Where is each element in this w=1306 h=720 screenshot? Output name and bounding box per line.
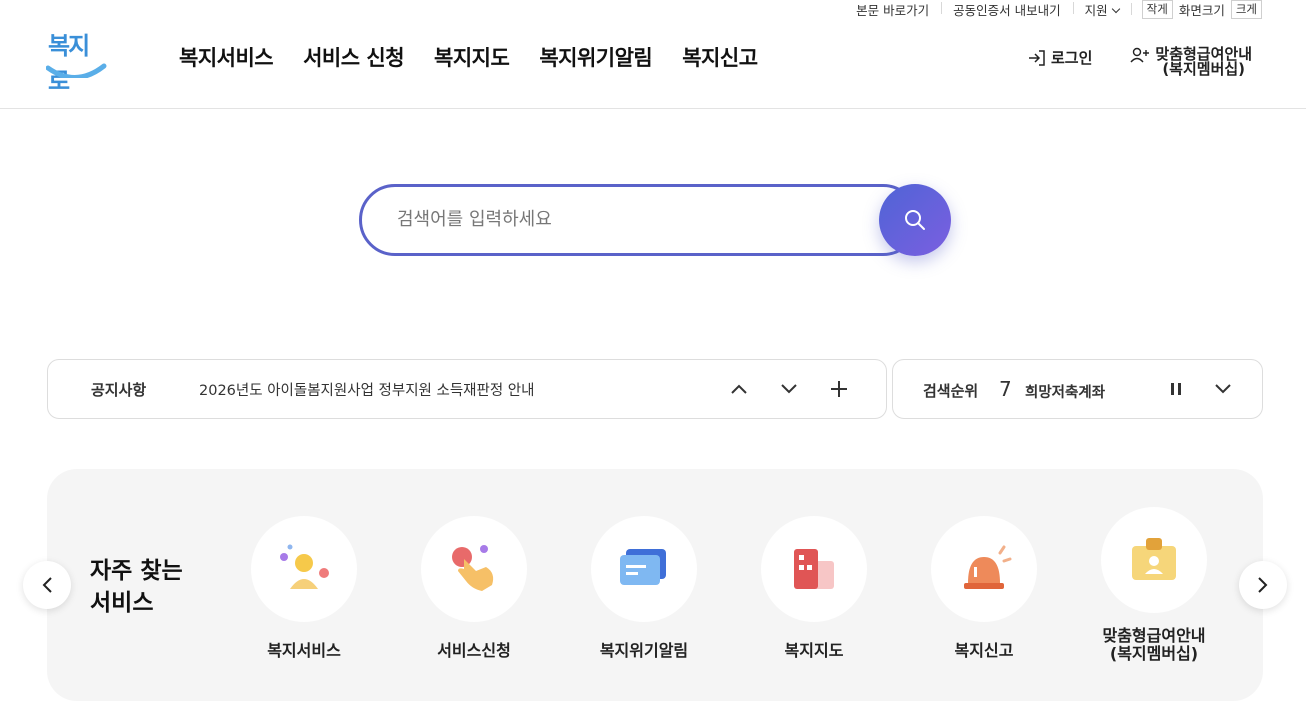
- service-label: 복지서비스: [267, 641, 341, 660]
- heading-line2: 서비스: [90, 590, 154, 616]
- pause-icon: [1171, 383, 1181, 395]
- plus-icon: [831, 381, 847, 397]
- service-apply[interactable]: 서비스신청: [389, 516, 559, 660]
- login-button[interactable]: 로그인: [1028, 47, 1092, 68]
- service-icon-circle: [251, 516, 357, 622]
- hand-tap-icon: [452, 545, 494, 591]
- notice-next-button[interactable]: [777, 377, 801, 401]
- message-icon: [620, 549, 666, 585]
- service-label-line2: (복지멤버십): [1109, 644, 1199, 663]
- chevron-down-icon: [781, 384, 797, 394]
- service-icon-circle: [931, 516, 1037, 622]
- rank-pause-button[interactable]: [1164, 377, 1188, 401]
- service-welfare-map[interactable]: 복지지도: [729, 516, 899, 660]
- service-welfare[interactable]: 복지서비스: [219, 516, 389, 660]
- service-label: 서비스신청: [437, 641, 511, 660]
- rank-title: 검색순위: [923, 382, 979, 400]
- membership-label: 맞춤형급여안내 (복지멤버십): [1155, 47, 1252, 77]
- chevron-down-icon: [1215, 384, 1231, 394]
- rank-expand-button[interactable]: [1211, 377, 1235, 401]
- service-crisis-alert[interactable]: 복지위기알림: [559, 516, 729, 660]
- chevron-left-icon: [42, 577, 52, 593]
- rank-number: 7: [999, 377, 1012, 401]
- header-actions: 로그인 맞춤형급여안내 (복지멤버십): [1028, 47, 1252, 77]
- search-rank-bar: 검색순위 7 희망저축계좌: [892, 359, 1263, 419]
- service-icon-circle: [1101, 507, 1207, 613]
- service-label: 맞춤형급여안내 (복지멤버십): [1069, 627, 1239, 663]
- site-logo[interactable]: 복지로: [46, 26, 108, 95]
- service-icon-circle: [761, 516, 867, 622]
- notice-prev-button[interactable]: [727, 377, 751, 401]
- service-membership[interactable]: 맞춤형급여안내 (복지멤버십): [1069, 507, 1239, 663]
- rank-keyword[interactable]: 희망저축계좌: [1025, 381, 1105, 402]
- login-icon: [1028, 49, 1045, 66]
- nav-service-apply[interactable]: 서비스 신청: [303, 42, 404, 72]
- service-welfare-report[interactable]: 복지신고: [899, 516, 1069, 660]
- nav-welfare-service[interactable]: 복지서비스: [179, 42, 274, 72]
- service-icon-circle: [421, 516, 527, 622]
- nav-welfare-report[interactable]: 복지신고: [682, 42, 758, 72]
- carousel-prev-button[interactable]: [23, 561, 71, 609]
- id-card-icon: [1132, 538, 1176, 580]
- siren-icon: [964, 545, 1012, 589]
- frequent-services: 자주 찾는 서비스 복지서비스 서비스신청 복지위기알림 복지지도 복지신고 맞…: [47, 469, 1263, 701]
- main-nav: 복지서비스 서비스 신청 복지지도 복지위기알림 복지신고: [179, 42, 788, 72]
- search-bar: [359, 184, 951, 256]
- login-label: 로그인: [1050, 49, 1093, 67]
- nav-welfare-map[interactable]: 복지지도: [434, 42, 510, 72]
- site-header: 복지로 복지서비스 서비스 신청 복지지도 복지위기알림 복지신고 로그인 맞춤: [0, 0, 1306, 109]
- chevron-right-icon: [1258, 577, 1268, 593]
- notice-bar: 공지사항 2026년도 아이돌봄지원사업 정부지원 소득재판정 안내: [47, 359, 887, 419]
- heading-line1: 자주 찾는: [90, 558, 183, 584]
- carousel-next-button[interactable]: [1239, 561, 1287, 609]
- logo-smile-icon: [46, 63, 107, 78]
- service-label-line1: 맞춤형급여안내: [1102, 626, 1206, 645]
- membership-label-line2: (복지멤버십): [1162, 60, 1246, 78]
- building-map-icon: [794, 549, 834, 589]
- notice-text[interactable]: 2026년도 아이돌봄지원사업 정부지원 소득재판정 안내: [199, 379, 534, 400]
- service-label: 복지지도: [784, 641, 844, 660]
- nav-crisis-alert[interactable]: 복지위기알림: [539, 42, 652, 72]
- service-label: 복지위기알림: [599, 641, 689, 660]
- notice-more-button[interactable]: [827, 377, 851, 401]
- notice-title: 공지사항: [91, 380, 147, 399]
- add-user-icon: [1130, 47, 1150, 63]
- person-icon: [280, 544, 329, 589]
- search-icon: [905, 210, 925, 230]
- service-label: 복지신고: [954, 641, 1014, 660]
- membership-button[interactable]: 맞춤형급여안내 (복지멤버십): [1130, 47, 1252, 77]
- chevron-up-icon: [731, 384, 747, 394]
- service-icon-circle: [591, 516, 697, 622]
- frequent-services-heading: 자주 찾는 서비스: [90, 555, 200, 619]
- search-button[interactable]: [879, 184, 951, 256]
- search-input[interactable]: [397, 204, 857, 234]
